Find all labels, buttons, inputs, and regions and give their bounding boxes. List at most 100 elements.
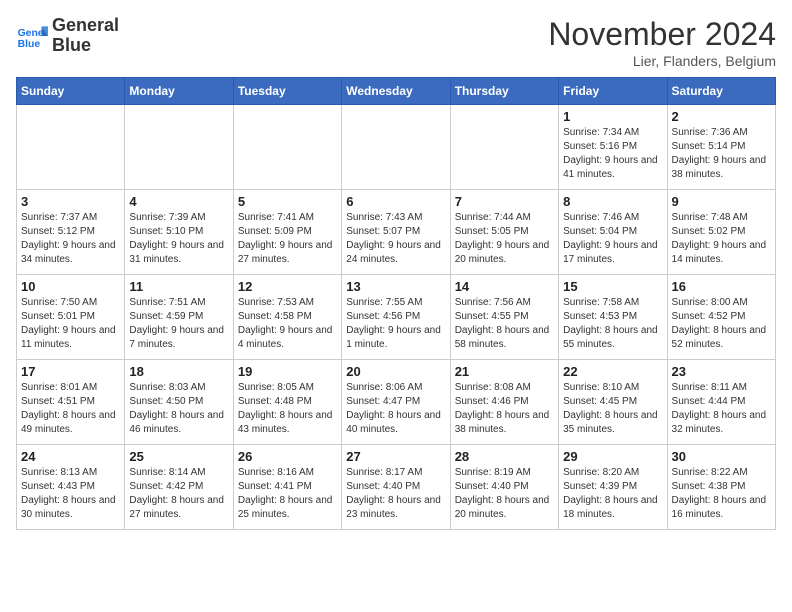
- weekday-header-monday: Monday: [125, 78, 233, 105]
- day-number: 26: [238, 449, 337, 464]
- day-number: 15: [563, 279, 662, 294]
- calendar-cell: [450, 105, 558, 190]
- day-info: Sunrise: 7:55 AM Sunset: 4:56 PM Dayligh…: [346, 296, 445, 352]
- day-number: 20: [346, 364, 445, 379]
- day-number: 3: [21, 194, 120, 209]
- day-number: 4: [129, 194, 228, 209]
- weekday-header-thursday: Thursday: [450, 78, 558, 105]
- day-number: 8: [563, 194, 662, 209]
- logo-line1: General: [52, 16, 119, 36]
- calendar-cell: 13 Sunrise: 7:55 AM Sunset: 4:56 PM Dayli…: [342, 275, 450, 360]
- week-row-5: 24Sunrise: 8:13 AM Sunset: 4:43 PM Dayli…: [17, 445, 776, 530]
- day-number: 29: [563, 449, 662, 464]
- day-info: Sunrise: 7:56 AM Sunset: 4:55 PM Dayligh…: [455, 296, 554, 352]
- day-info: Sunrise: 8:20 AM Sunset: 4:39 PM Dayligh…: [563, 466, 662, 522]
- day-info: Sunrise: 7:37 AM Sunset: 5:12 PM Dayligh…: [21, 211, 120, 267]
- day-info: Sunrise: 8:10 AM Sunset: 4:45 PM Dayligh…: [563, 381, 662, 437]
- week-row-1: 1 Sunrise: 7:34 AM Sunset: 5:16 PM Daylig…: [17, 105, 776, 190]
- day-number: 30: [672, 449, 771, 464]
- day-info: Sunrise: 7:58 AM Sunset: 4:53 PM Dayligh…: [563, 296, 662, 352]
- day-number: 27: [346, 449, 445, 464]
- day-number: 7: [455, 194, 554, 209]
- calendar-cell: 29 Sunrise: 8:20 AM Sunset: 4:39 PM Dayli…: [559, 445, 667, 530]
- calendar-cell: [342, 105, 450, 190]
- calendar-cell: 25 Sunrise: 8:14 AM Sunset: 4:42 PM Dayli…: [125, 445, 233, 530]
- calendar-cell: 5Sunrise: 7:41 AM Sunset: 5:09 PM Daylig…: [233, 190, 341, 275]
- calendar-cell: 24Sunrise: 8:13 AM Sunset: 4:43 PM Dayli…: [17, 445, 125, 530]
- day-number: 1: [563, 109, 662, 124]
- day-number: 10: [21, 279, 120, 294]
- calendar-cell: 10 Sunrise: 7:50 AM Sunset: 5:01 PM Dayli…: [17, 275, 125, 360]
- weekday-header-saturday: Saturday: [667, 78, 775, 105]
- calendar-cell: [125, 105, 233, 190]
- week-row-3: 10 Sunrise: 7:50 AM Sunset: 5:01 PM Dayli…: [17, 275, 776, 360]
- calendar-cell: 20 Sunrise: 8:06 AM Sunset: 4:47 PM Dayli…: [342, 360, 450, 445]
- day-number: 17: [21, 364, 120, 379]
- month-title: November 2024: [548, 16, 776, 53]
- day-info: Sunrise: 7:36 AM Sunset: 5:14 PM Dayligh…: [672, 126, 771, 182]
- day-info: Sunrise: 8:22 AM Sunset: 4:38 PM Dayligh…: [672, 466, 771, 522]
- day-info: Sunrise: 7:44 AM Sunset: 5:05 PM Dayligh…: [455, 211, 554, 267]
- calendar-cell: 21Sunrise: 8:08 AM Sunset: 4:46 PM Dayli…: [450, 360, 558, 445]
- calendar-table: SundayMondayTuesdayWednesdayThursdayFrid…: [16, 77, 776, 530]
- calendar-cell: 8Sunrise: 7:46 AM Sunset: 5:04 PM Daylig…: [559, 190, 667, 275]
- day-number: 9: [672, 194, 771, 209]
- title-area: November 2024 Lier, Flanders, Belgium: [548, 16, 776, 69]
- weekday-header-wednesday: Wednesday: [342, 78, 450, 105]
- day-number: 25: [129, 449, 228, 464]
- calendar-cell: 1 Sunrise: 7:34 AM Sunset: 5:16 PM Daylig…: [559, 105, 667, 190]
- day-info: Sunrise: 7:51 AM Sunset: 4:59 PM Dayligh…: [129, 296, 228, 352]
- calendar-cell: 9Sunrise: 7:48 AM Sunset: 5:02 PM Daylig…: [667, 190, 775, 275]
- calendar-cell: [233, 105, 341, 190]
- weekday-row: SundayMondayTuesdayWednesdayThursdayFrid…: [17, 78, 776, 105]
- day-number: 2: [672, 109, 771, 124]
- calendar-cell: 30 Sunrise: 8:22 AM Sunset: 4:38 PM Dayli…: [667, 445, 775, 530]
- calendar-cell: 26 Sunrise: 8:16 AM Sunset: 4:41 PM Dayli…: [233, 445, 341, 530]
- day-number: 23: [672, 364, 771, 379]
- day-info: Sunrise: 8:03 AM Sunset: 4:50 PM Dayligh…: [129, 381, 228, 437]
- day-number: 21: [455, 364, 554, 379]
- week-row-4: 17Sunrise: 8:01 AM Sunset: 4:51 PM Dayli…: [17, 360, 776, 445]
- calendar-cell: 2 Sunrise: 7:36 AM Sunset: 5:14 PM Daylig…: [667, 105, 775, 190]
- day-info: Sunrise: 8:16 AM Sunset: 4:41 PM Dayligh…: [238, 466, 337, 522]
- day-number: 22: [563, 364, 662, 379]
- day-number: 18: [129, 364, 228, 379]
- logo-icon: General Blue: [16, 20, 48, 52]
- day-number: 6: [346, 194, 445, 209]
- logo: General Blue General Blue: [16, 16, 119, 56]
- calendar-header: SundayMondayTuesdayWednesdayThursdayFrid…: [17, 78, 776, 105]
- logo-line2: Blue: [52, 36, 119, 56]
- day-number: 28: [455, 449, 554, 464]
- day-info: Sunrise: 8:11 AM Sunset: 4:44 PM Dayligh…: [672, 381, 771, 437]
- calendar-cell: 28 Sunrise: 8:19 AM Sunset: 4:40 PM Dayli…: [450, 445, 558, 530]
- day-info: Sunrise: 8:05 AM Sunset: 4:48 PM Dayligh…: [238, 381, 337, 437]
- calendar-cell: 15 Sunrise: 7:58 AM Sunset: 4:53 PM Dayli…: [559, 275, 667, 360]
- day-number: 5: [238, 194, 337, 209]
- calendar-cell: 12Sunrise: 7:53 AM Sunset: 4:58 PM Dayli…: [233, 275, 341, 360]
- day-info: Sunrise: 8:00 AM Sunset: 4:52 PM Dayligh…: [672, 296, 771, 352]
- calendar-cell: 23 Sunrise: 8:11 AM Sunset: 4:44 PM Dayli…: [667, 360, 775, 445]
- day-number: 13: [346, 279, 445, 294]
- day-info: Sunrise: 7:39 AM Sunset: 5:10 PM Dayligh…: [129, 211, 228, 267]
- calendar-cell: [17, 105, 125, 190]
- calendar-cell: 19Sunrise: 8:05 AM Sunset: 4:48 PM Dayli…: [233, 360, 341, 445]
- day-info: Sunrise: 8:19 AM Sunset: 4:40 PM Dayligh…: [455, 466, 554, 522]
- day-info: Sunrise: 7:43 AM Sunset: 5:07 PM Dayligh…: [346, 211, 445, 267]
- calendar-cell: 4 Sunrise: 7:39 AM Sunset: 5:10 PM Daylig…: [125, 190, 233, 275]
- calendar-body: 1 Sunrise: 7:34 AM Sunset: 5:16 PM Daylig…: [17, 105, 776, 530]
- calendar-cell: 7 Sunrise: 7:44 AM Sunset: 5:05 PM Daylig…: [450, 190, 558, 275]
- calendar-cell: 17Sunrise: 8:01 AM Sunset: 4:51 PM Dayli…: [17, 360, 125, 445]
- day-info: Sunrise: 7:50 AM Sunset: 5:01 PM Dayligh…: [21, 296, 120, 352]
- svg-text:Blue: Blue: [18, 39, 41, 50]
- day-info: Sunrise: 8:17 AM Sunset: 4:40 PM Dayligh…: [346, 466, 445, 522]
- day-info: Sunrise: 7:34 AM Sunset: 5:16 PM Dayligh…: [563, 126, 662, 182]
- calendar-cell: 16Sunrise: 8:00 AM Sunset: 4:52 PM Dayli…: [667, 275, 775, 360]
- calendar-cell: 6 Sunrise: 7:43 AM Sunset: 5:07 PM Daylig…: [342, 190, 450, 275]
- weekday-header-friday: Friday: [559, 78, 667, 105]
- calendar-cell: 3 Sunrise: 7:37 AM Sunset: 5:12 PM Daylig…: [17, 190, 125, 275]
- weekday-header-sunday: Sunday: [17, 78, 125, 105]
- day-number: 12: [238, 279, 337, 294]
- logo-text: General Blue: [52, 16, 119, 56]
- day-info: Sunrise: 8:14 AM Sunset: 4:42 PM Dayligh…: [129, 466, 228, 522]
- day-info: Sunrise: 8:06 AM Sunset: 4:47 PM Dayligh…: [346, 381, 445, 437]
